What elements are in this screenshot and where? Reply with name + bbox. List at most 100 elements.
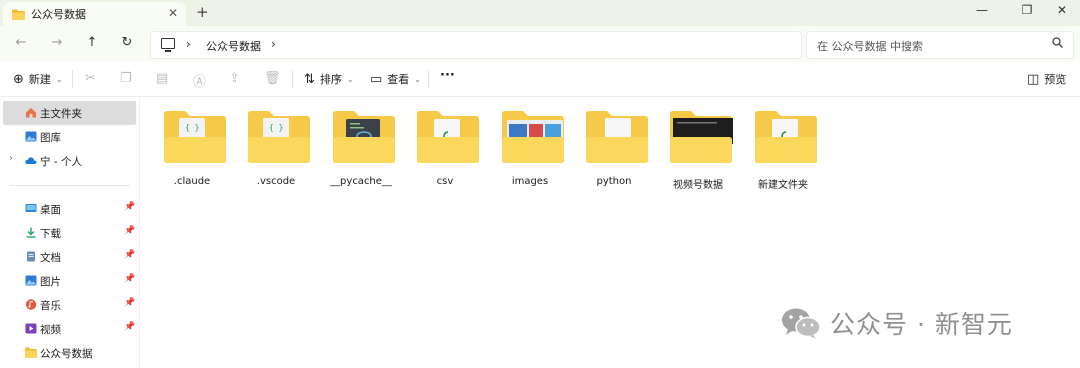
this-pc-icon bbox=[161, 38, 175, 52]
sidebar-item-label: 桌面 bbox=[40, 204, 61, 216]
sidebar-item-label: 文档 bbox=[40, 252, 61, 264]
paste-button[interactable]: ▤ bbox=[156, 71, 168, 86]
folder-item[interactable]: { } .claude bbox=[152, 110, 232, 190]
wechat-logo-icon bbox=[782, 308, 821, 339]
folder-name: 新建文件夹 bbox=[758, 180, 808, 191]
folder-icon: { } bbox=[248, 111, 310, 163]
back-button[interactable]: ← bbox=[11, 35, 31, 50]
divider bbox=[292, 70, 293, 88]
search-icon bbox=[1052, 37, 1063, 48]
pin-icon[interactable]: 📌 bbox=[124, 250, 135, 260]
sort-button[interactable]: ⇅ 排序 ⌄ bbox=[304, 71, 354, 87]
new-button[interactable]: ⊕ 新建 ⌄ bbox=[13, 71, 63, 87]
folder-icon bbox=[670, 111, 733, 163]
folder-icon: { } bbox=[164, 111, 226, 163]
pin-icon[interactable]: 📌 bbox=[124, 202, 135, 212]
sidebar-item-desktop[interactable]: 桌面 📌 bbox=[3, 197, 136, 221]
pin-icon[interactable]: 📌 bbox=[124, 298, 135, 308]
scissors-icon: ✂ bbox=[85, 71, 96, 86]
share-icon: ⇪ bbox=[229, 71, 240, 86]
maximize-button[interactable]: ❐ bbox=[1012, 3, 1042, 17]
folder-item[interactable]: { } .vscode bbox=[236, 110, 316, 190]
folder-icon bbox=[586, 111, 648, 163]
more-options-button[interactable]: ··· bbox=[440, 68, 455, 83]
video-icon bbox=[25, 323, 37, 334]
navigation-bar: ← → ↑ ↻ › 公众号数据 › 在 公众号数据 中搜索 bbox=[0, 26, 1080, 62]
forward-button[interactable]: → bbox=[47, 35, 67, 50]
preview-button[interactable]: ◫ 预览 bbox=[1027, 71, 1066, 87]
sidebar-item-label: 视频 bbox=[40, 324, 61, 336]
address-bar[interactable]: › 公众号数据 › bbox=[150, 31, 802, 59]
sort-label: 排序 bbox=[319, 73, 342, 86]
sidebar-item-gallery[interactable]: 图库 bbox=[3, 125, 136, 149]
close-window-button[interactable]: ✕ bbox=[1047, 3, 1077, 17]
folder-icon bbox=[417, 111, 479, 163]
search-box[interactable]: 在 公众号数据 中搜索 bbox=[806, 31, 1074, 59]
chevron-down-icon: ⌄ bbox=[55, 74, 63, 84]
trash-icon: 🗑 bbox=[264, 71, 281, 86]
chevron-right-icon[interactable]: › bbox=[9, 153, 13, 164]
sidebar-item-label: 音乐 bbox=[40, 300, 61, 312]
divider bbox=[428, 70, 429, 88]
music-icon bbox=[25, 299, 37, 310]
copy-button[interactable]: ❐ bbox=[120, 71, 132, 86]
sidebar-item-downloads[interactable]: 下载 📌 bbox=[3, 221, 136, 245]
folder-item[interactable]: __pycache__ bbox=[321, 110, 401, 190]
preview-pane-icon: ◫ bbox=[1027, 71, 1040, 87]
folder-item[interactable]: 新建文件夹 bbox=[743, 110, 823, 191]
cloud-icon bbox=[25, 157, 37, 164]
tab-active[interactable]: 公众号数据 ✕ bbox=[3, 2, 186, 26]
view-button[interactable]: ▭ 查看 ⌄ bbox=[370, 71, 421, 87]
delete-button[interactable]: 🗑 bbox=[264, 71, 281, 86]
svg-text:{ }: { } bbox=[269, 123, 283, 132]
sidebar-item-label: 宁 - 个人 bbox=[40, 156, 82, 168]
title-bar: 公众号数据 ✕ + — ❐ ✕ bbox=[0, 0, 1080, 26]
refresh-button[interactable]: ↻ bbox=[117, 35, 137, 50]
watermark-text: 公众号 · 新智元 bbox=[830, 310, 1013, 339]
search-input[interactable]: 在 公众号数据 中搜索 bbox=[817, 38, 923, 54]
up-button[interactable]: ↑ bbox=[82, 35, 102, 50]
pin-icon[interactable]: 📌 bbox=[124, 322, 135, 332]
tab-title: 公众号数据 bbox=[31, 8, 86, 21]
sidebar-item-current-folder[interactable]: 公众号数据 bbox=[3, 341, 136, 365]
watermark: 公众号 · 新智元 bbox=[780, 305, 1013, 341]
pin-icon[interactable]: 📌 bbox=[124, 274, 135, 284]
sidebar-item-label: 图库 bbox=[40, 132, 61, 144]
sidebar-item-label: 下载 bbox=[40, 228, 61, 240]
folder-item[interactable]: 视频号数据 bbox=[658, 110, 738, 191]
view-label: 查看 bbox=[387, 73, 410, 86]
new-tab-button[interactable]: + bbox=[196, 3, 209, 21]
folder-icon bbox=[755, 111, 817, 163]
sidebar-item-music[interactable]: 音乐 📌 bbox=[3, 293, 136, 317]
new-label: 新建 bbox=[28, 73, 51, 86]
sidebar-item-pictures[interactable]: 图片 📌 bbox=[3, 269, 136, 293]
sidebar-item-home[interactable]: 主文件夹 bbox=[3, 101, 136, 125]
breadcrumb-chevron-icon[interactable]: › bbox=[186, 37, 191, 51]
breadcrumb-current[interactable]: 公众号数据 bbox=[206, 38, 261, 54]
sidebar-item-videos[interactable]: 视频 📌 bbox=[3, 317, 136, 341]
sidebar-item-documents[interactable]: 文档 📌 bbox=[3, 245, 136, 269]
divider bbox=[72, 70, 73, 88]
home-icon bbox=[26, 108, 36, 118]
plus-circle-icon: ⊕ bbox=[13, 71, 24, 87]
breadcrumb-chevron-icon[interactable]: › bbox=[271, 37, 276, 51]
share-button[interactable]: ⇪ bbox=[229, 71, 240, 86]
command-bar: ⊕ 新建 ⌄ ✂ ❐ ▤ Ⓐ ⇪ 🗑 ⇅ 排序 ⌄ ▭ 查看 ⌄ ··· ◫ 预… bbox=[0, 62, 1080, 97]
minimize-button[interactable]: — bbox=[967, 3, 997, 17]
folder-icon bbox=[333, 111, 395, 163]
tab-close-icon[interactable]: ✕ bbox=[168, 6, 178, 20]
sidebar-item-onedrive[interactable]: › 宁 - 个人 bbox=[3, 149, 136, 173]
gallery-icon bbox=[25, 131, 37, 142]
download-icon bbox=[26, 227, 36, 238]
rename-button[interactable]: Ⓐ bbox=[193, 71, 206, 90]
folder-item[interactable]: csv bbox=[405, 110, 485, 190]
pin-icon[interactable]: 📌 bbox=[124, 226, 135, 236]
cut-button[interactable]: ✂ bbox=[85, 71, 96, 86]
pictures-icon bbox=[25, 275, 37, 286]
sidebar-item-label: 公众号数据 bbox=[40, 348, 93, 360]
desktop-icon bbox=[25, 204, 37, 212]
folder-item[interactable]: python bbox=[574, 110, 654, 190]
folder-item[interactable]: images bbox=[490, 110, 570, 190]
sidebar-divider bbox=[10, 185, 130, 186]
sidebar-item-label: 图片 bbox=[40, 276, 61, 288]
